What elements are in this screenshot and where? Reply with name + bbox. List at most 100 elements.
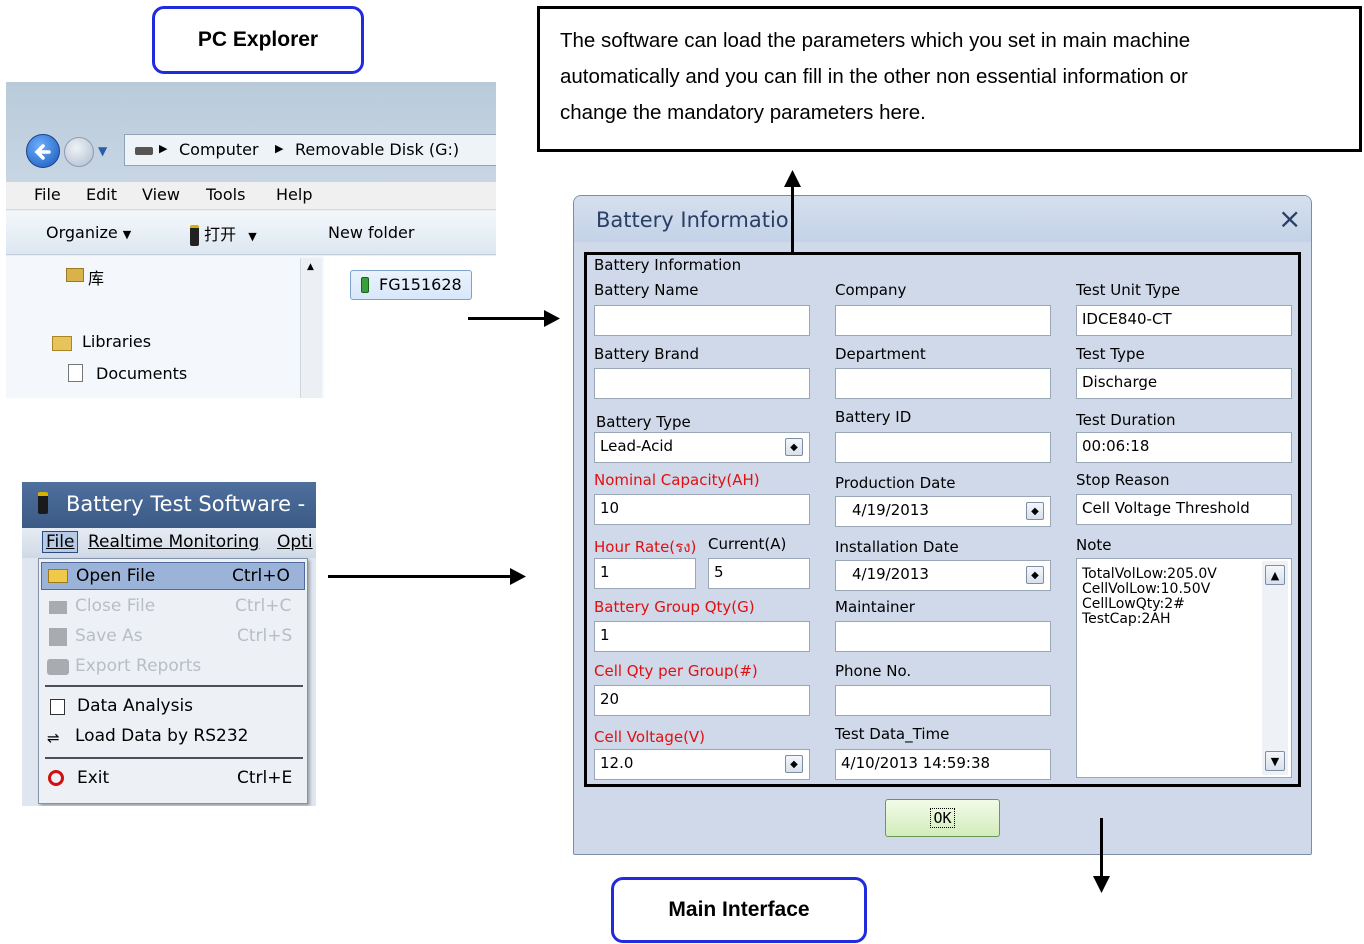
menu-item-export-reports[interactable]: Export Reports (41, 653, 305, 681)
menu-item-save-as[interactable]: Save As Ctrl+S (41, 623, 305, 651)
menu-item-load-rs232[interactable]: ⇌ Load Data by RS232 (41, 723, 305, 751)
maintainer-label: Maintainer (835, 598, 915, 616)
battery-type-select[interactable]: Lead-Acid ◆ (594, 432, 810, 463)
menu-file[interactable]: File (34, 185, 61, 204)
menu-file-active[interactable]: File (42, 531, 79, 553)
nominal-capacity-field[interactable]: 10 (594, 494, 810, 525)
scroll-up-icon[interactable]: ▲ (307, 262, 314, 272)
no-entry-icon (48, 770, 64, 786)
note-scrollbar[interactable] (1262, 561, 1288, 775)
menu-tools[interactable]: Tools (206, 185, 245, 204)
back-arrow-icon (34, 144, 51, 160)
current-field[interactable]: 5 (708, 558, 810, 589)
folder-icon (52, 336, 72, 351)
forward-button[interactable] (64, 137, 94, 167)
menu-edit[interactable]: Edit (86, 185, 117, 204)
pc-explorer-label: PC Explorer (152, 6, 364, 74)
recent-pages-chevron-icon[interactable]: ▼ (98, 144, 107, 158)
menu-item-exit[interactable]: Exit Ctrl+E (41, 765, 305, 793)
cell-voltage-select[interactable]: 12.0 ◆ (594, 749, 810, 780)
unit-type-field[interactable]: IDCE840-CT (1076, 305, 1292, 336)
department-field[interactable] (835, 368, 1051, 399)
production-date-value: 4/19/2013 (852, 501, 929, 519)
menu-separator (45, 757, 303, 759)
spin-updown-icon[interactable]: ◆ (1026, 566, 1044, 584)
battery-name-label: Battery Name (594, 281, 699, 299)
exit-shortcut: Ctrl+E (237, 768, 293, 788)
explorer-toolbar: Organize ▼ 打开 ▼ New folder (6, 211, 496, 255)
scroll-down-icon[interactable]: ▼ (1265, 751, 1285, 771)
test-type-label: Test Type (1076, 345, 1145, 363)
hour-rate-field[interactable]: 1 (594, 558, 696, 589)
menu-help[interactable]: Help (276, 185, 312, 204)
duration-field[interactable]: 00:06:18 (1076, 432, 1292, 463)
battery-id-field[interactable] (835, 432, 1051, 463)
note-line-1: The software can load the parameters whi… (560, 29, 1191, 52)
address-bar[interactable]: ▶ Computer ▶ Removable Disk (G:) (124, 134, 496, 166)
battery-brand-label: Battery Brand (594, 345, 699, 363)
note-line: CellLowQty:2# (1082, 596, 1185, 612)
data-analysis-label: Data Analysis (77, 696, 194, 716)
close-icon[interactable]: × (1278, 202, 1301, 235)
menu-item-data-analysis[interactable]: Data Analysis (41, 693, 305, 721)
organize-label: Organize (46, 223, 118, 242)
file-item[interactable]: FG151628 (350, 270, 472, 300)
test-type-field[interactable]: Discharge (1076, 368, 1292, 399)
group-qty-label: Battery Group Qty(G) (594, 598, 755, 616)
phone-field[interactable] (835, 685, 1051, 716)
explorer-titlebar (6, 82, 496, 182)
battery-brand-field[interactable] (594, 368, 810, 399)
nav-item-lib-cn[interactable]: 库 (88, 265, 104, 289)
battery-name-field[interactable] (594, 305, 810, 336)
file-item-label: FG151628 (379, 275, 462, 294)
menu-realtime[interactable]: Realtime Monitoring (88, 532, 259, 552)
new-folder-button[interactable]: New folder (328, 223, 414, 242)
menu-item-close-file[interactable]: Close File Ctrl+C (41, 593, 305, 621)
navigation-pane: 库 Libraries Documents (6, 256, 324, 398)
production-date-picker[interactable]: 4/19/2013 ◆ (835, 496, 1051, 527)
organize-button[interactable]: Organize ▼ (46, 223, 131, 242)
menu-separator (45, 685, 303, 687)
battery-type-label: Battery Type (596, 413, 691, 431)
spin-updown-icon[interactable]: ◆ (1026, 502, 1044, 520)
installation-date-picker[interactable]: 4/19/2013 ◆ (835, 560, 1051, 591)
spin-updown-icon[interactable]: ◆ (785, 755, 803, 773)
stop-reason-field[interactable]: Cell Voltage Threshold (1076, 494, 1292, 525)
arrow-menu-to-dialog (328, 575, 514, 578)
production-date-label: Production Date (835, 474, 956, 492)
maintainer-field[interactable] (835, 621, 1051, 652)
cell-qty-label: Cell Qty per Group(#) (594, 662, 758, 680)
nav-item-libraries[interactable]: Libraries (82, 332, 151, 351)
breadcrumb-disk[interactable]: Removable Disk (G:) (295, 140, 459, 159)
cell-qty-field[interactable]: 20 (594, 685, 810, 716)
menu-options[interactable]: Opti (277, 532, 313, 552)
pc-explorer-text: PC Explorer (197, 28, 319, 51)
unit-type-label: Test Unit Type (1076, 281, 1181, 299)
open-button[interactable]: 打开 ▼ (190, 221, 257, 246)
scroll-up-icon[interactable]: ▲ (1265, 565, 1285, 585)
breadcrumb-arrow-icon: ▶ (275, 142, 284, 155)
nav-scrollbar[interactable]: ▲ (300, 258, 322, 398)
arrowhead-icon (544, 310, 560, 327)
company-field[interactable] (835, 305, 1051, 336)
menu-item-open-file[interactable]: Open File Ctrl+O (41, 562, 305, 590)
department-label: Department (835, 345, 926, 363)
spin-updown-icon[interactable]: ◆ (785, 438, 803, 456)
breadcrumb-computer[interactable]: Computer (179, 140, 259, 159)
open-file-shortcut: Ctrl+O (232, 566, 290, 586)
note-textarea[interactable]: TotalVolLow:205.0V CellVolLow:10.50V Cel… (1076, 558, 1292, 778)
test-time-field[interactable]: 4/10/2013 14:59:38 (835, 749, 1051, 780)
nav-item-documents[interactable]: Documents (96, 364, 187, 383)
save-icon (49, 628, 67, 646)
software-titlebar: Battery Test Software - (22, 482, 316, 528)
battery-file-icon (361, 277, 369, 293)
export-reports-label: Export Reports (75, 656, 202, 676)
menu-view[interactable]: View (142, 185, 180, 204)
group-qty-field[interactable]: 1 (594, 621, 810, 652)
back-button[interactable] (26, 134, 60, 168)
printer-icon (47, 659, 69, 675)
library-icon (66, 268, 84, 282)
folder-icon (49, 601, 67, 614)
ok-button[interactable]: OK (885, 799, 1000, 837)
note-line-2: automatically and you can fill in the ot… (560, 65, 1188, 88)
